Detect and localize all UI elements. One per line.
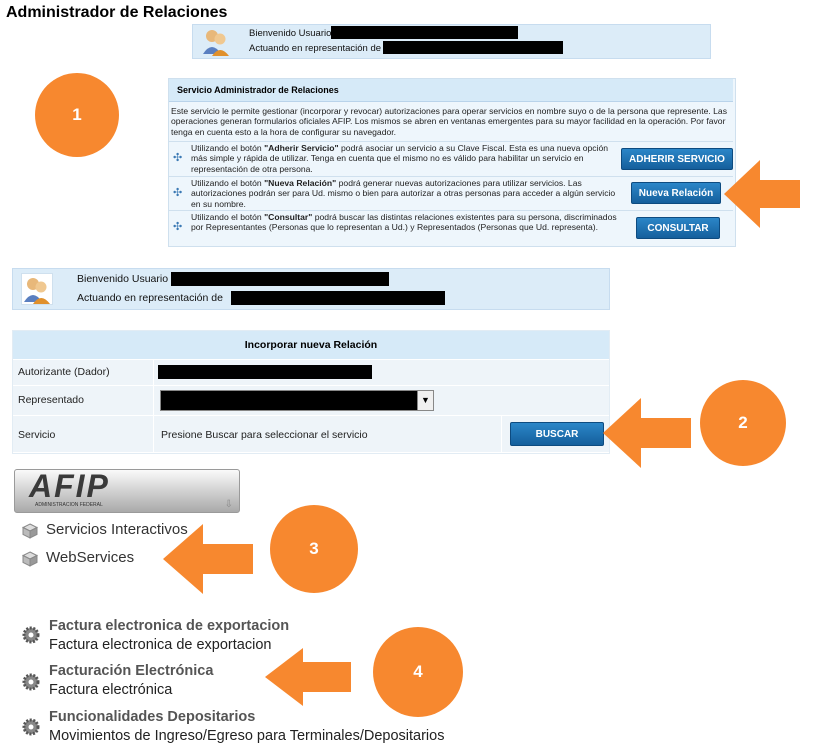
service-subtitle: Factura electronica de exportacion: [49, 637, 272, 653]
row-divider: [153, 416, 154, 452]
redacted-represented: [383, 41, 563, 54]
callout-number-3: 3: [270, 505, 358, 593]
welcome-greeting: Bienvenido Usuario: [249, 28, 332, 39]
callout-number-4: 4: [373, 627, 463, 717]
user-avatar-icon: [21, 273, 53, 305]
redacted-autorizante[interactable]: [158, 365, 372, 379]
adherir-servicio-button[interactable]: ADHERIR SERVICIO: [621, 148, 733, 170]
autorizante-label: Autorizante (Dador): [18, 366, 110, 378]
page-title: Administrador de Relaciones: [6, 4, 228, 21]
service-row-text: Utilizando el botón "Adherir Servicio" p…: [191, 143, 609, 174]
representado-label: Representado: [18, 394, 84, 406]
service-title[interactable]: Facturación Electrónica: [49, 663, 213, 679]
consultar-button[interactable]: CONSULTAR: [636, 217, 720, 239]
service-subtitle: Movimientos de Ingreso/Egreso para Termi…: [49, 728, 445, 744]
callout-number-2: 2: [700, 380, 786, 466]
afip-logo-caption: ADMINISTRACION FEDERAL: [35, 502, 103, 508]
cube-icon: [21, 523, 39, 539]
chevron-down-icon[interactable]: ▼: [417, 391, 433, 410]
service-row-text: Utilizando el botón "Consultar" podrá bu…: [191, 212, 617, 233]
callout-arrow-1: [724, 160, 800, 228]
move-arrows-icon: ✣: [173, 152, 183, 164]
welcome-acting: Actuando en representación de: [249, 43, 382, 54]
service-title[interactable]: Funcionalidades Depositarios: [49, 709, 255, 725]
service-panel-header: Servicio Administrador de Relaciones: [169, 79, 733, 102]
welcome-box-top: Bienvenido Usuario Actuando en represent…: [192, 24, 711, 59]
representado-select[interactable]: ▼: [160, 390, 434, 411]
welcome-acting: Actuando en representación de: [77, 292, 223, 304]
service-panel-intro: Este servicio le permite gestionar (inco…: [171, 106, 728, 137]
user-avatar-icon: [201, 26, 231, 56]
gear-icon: [22, 626, 40, 644]
redacted-represented: [231, 291, 445, 305]
webservices-link[interactable]: WebServices: [46, 549, 134, 566]
servicio-label: Servicio: [18, 429, 56, 441]
row-divider: [153, 360, 154, 385]
welcome-box: Bienvenido Usuario Actuando en represent…: [12, 268, 610, 310]
service-row-text: Utilizando el botón "Nueva Relación" pod…: [191, 178, 616, 209]
buscar-button[interactable]: BUSCAR: [510, 422, 604, 446]
row-divider: [501, 416, 502, 452]
form-header: Incorporar nueva Relación: [13, 331, 609, 359]
move-arrows-icon: ✣: [173, 187, 183, 199]
form-row-autorizante: Autorizante (Dador): [13, 360, 609, 385]
callout-arrow-4: [265, 648, 351, 706]
afip-logo: AFIP ADMINISTRACION FEDERAL ⇩: [14, 468, 240, 513]
cube-icon: [21, 551, 39, 567]
callout-number-1: 1: [35, 73, 119, 157]
gear-icon: [22, 718, 40, 736]
afip-logo-text: AFIP: [29, 468, 110, 504]
gear-icon: [22, 673, 40, 691]
move-arrows-icon: ✣: [173, 221, 183, 233]
form-row-representado: Representado ▼: [13, 386, 609, 415]
service-row-adherir: ✣ Utilizando el botón "Adherir Servicio"…: [169, 141, 733, 176]
service-admin-panel: Servicio Administrador de Relaciones Est…: [168, 78, 736, 247]
download-arrow-icon: ⇩: [224, 499, 233, 510]
nueva-relacion-button[interactable]: Nueva Relación: [631, 182, 721, 204]
service-subtitle: Factura electrónica: [49, 682, 173, 698]
redacted-username: [171, 272, 389, 286]
redacted-username: [331, 26, 518, 39]
welcome-greeting: Bienvenido Usuario: [77, 273, 169, 285]
callout-arrow-3: [163, 524, 253, 594]
form-row-servicio: Servicio Presione Buscar para selecciona…: [13, 416, 609, 452]
servicio-hint: Presione Buscar para seleccionar el serv…: [161, 429, 368, 441]
row-divider: [153, 386, 154, 415]
callout-arrow-2: [603, 398, 691, 468]
new-relation-form: Incorporar nueva Relación Autorizante (D…: [12, 330, 610, 454]
service-title[interactable]: Factura electronica de exportacion: [49, 618, 289, 634]
service-row-nueva: ✣ Utilizando el botón "Nueva Relación" p…: [169, 176, 733, 210]
service-row-consultar: ✣ Utilizando el botón "Consultar" podrá …: [169, 210, 733, 246]
